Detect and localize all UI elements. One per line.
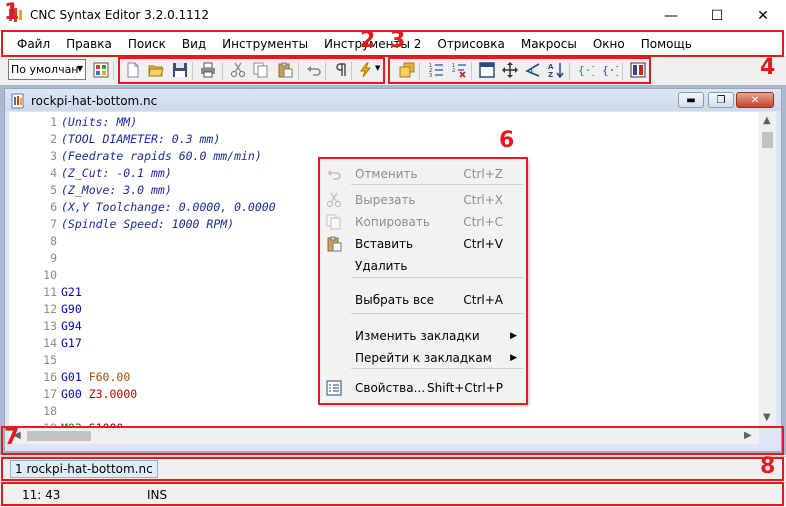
chevron-down-icon: ▼ <box>76 64 83 73</box>
close-button[interactable]: ✕ <box>740 0 786 31</box>
code-line[interactable]: 9 <box>9 250 61 267</box>
line-number: 14 <box>43 336 57 350</box>
annotation-number-6: 6 <box>499 128 515 153</box>
line-number: 2 <box>50 132 57 146</box>
code-line[interactable]: 15 <box>9 352 61 369</box>
line-number: 13 <box>43 319 57 333</box>
annotation-number-4: 4 <box>760 55 776 80</box>
document-title: rockpi-hat-bottom.nc <box>31 94 158 108</box>
annotation-box-context-menu <box>318 157 528 405</box>
vertical-scroll-thumb[interactable] <box>762 132 773 148</box>
code-token: G21 <box>61 285 82 299</box>
annotation-number-2: 2 <box>360 28 376 53</box>
restore-icon: ❐ <box>716 94 726 106</box>
code-line[interactable]: 18 <box>9 403 61 420</box>
code-tokens: G94 <box>61 318 82 335</box>
annotation-box-status <box>1 482 784 506</box>
scheme-color-button[interactable] <box>92 61 110 79</box>
annotation-box-toolbar-right <box>388 57 651 84</box>
code-token: F60.00 <box>88 370 131 384</box>
code-line[interactable]: 16 G01 F60.00 <box>9 369 130 386</box>
line-number: 12 <box>43 302 57 316</box>
code-token: Z3.0000 <box>88 387 138 401</box>
line-number: 7 <box>50 217 57 231</box>
annotation-box-tabs <box>1 457 784 481</box>
line-number: 1 <box>50 115 57 129</box>
code-token: G90 <box>61 302 82 316</box>
annotation-number-8: 8 <box>760 454 776 479</box>
scroll-up-icon[interactable]: ▲ <box>763 115 771 126</box>
code-comment: (Z_Move: 3.0 mm) <box>61 183 172 197</box>
code-line[interactable]: 10 <box>9 267 61 284</box>
code-line[interactable]: 1 (Units: MM) <box>9 114 137 131</box>
code-comment: (X,Y Toolchange: 0.0000, 0.0000 <box>61 200 276 214</box>
code-tokens: G01 F60.00 <box>61 369 130 386</box>
code-comment: (Units: MM) <box>61 115 138 129</box>
code-token: G17 <box>61 336 82 350</box>
code-line[interactable]: 8 <box>9 233 61 250</box>
scheme-select[interactable]: По умолчан ▼ <box>8 59 86 80</box>
annotation-number-1: 1 <box>4 0 20 25</box>
line-number: 17 <box>43 387 57 401</box>
code-line[interactable]: 17 G00 Z3.0000 <box>9 386 137 403</box>
line-number: 6 <box>50 200 57 214</box>
code-tokens: G00 Z3.0000 <box>61 386 137 403</box>
code-tokens: G17 <box>61 335 82 352</box>
code-line[interactable]: 7 (Spindle Speed: 1000 RPM) <box>9 216 234 233</box>
code-line[interactable]: 12 G90 <box>9 301 82 318</box>
line-number: 4 <box>50 166 57 180</box>
line-number: 16 <box>43 370 57 384</box>
code-comment: (Z_Cut: -0.1 mm) <box>61 166 172 180</box>
line-number: 18 <box>43 404 57 418</box>
code-line[interactable]: 14 G17 <box>9 335 82 352</box>
app-window: CNC Syntax Editor 3.2.0.1112 — ☐ ✕ Файл П… <box>0 0 786 507</box>
code-line[interactable]: 2 (TOOL DIAMETER: 0.3 mm) <box>9 131 220 148</box>
window-title: CNC Syntax Editor 3.2.0.1112 <box>30 8 210 22</box>
scheme-select-value: По умолчан <box>11 63 79 76</box>
line-number: 11 <box>43 285 57 299</box>
minimize-button[interactable]: — <box>648 0 694 31</box>
doc-restore-button[interactable]: ❐ <box>708 92 734 108</box>
minimize-icon: ▬ <box>686 94 696 106</box>
code-line[interactable]: 3 (Feedrate rapids 60.0 mm/min) <box>9 148 262 165</box>
code-comment: (Spindle Speed: 1000 RPM) <box>61 217 235 231</box>
code-line[interactable]: 13 G94 <box>9 318 82 335</box>
annotation-number-7: 7 <box>4 425 20 450</box>
line-number: 15 <box>43 353 57 367</box>
code-tokens: G90 <box>61 301 82 318</box>
code-token: G01 <box>61 370 89 384</box>
code-line[interactable]: 5 (Z_Move: 3.0 mm) <box>9 182 172 199</box>
vertical-scrollbar[interactable]: ▲ ▼ <box>759 112 776 427</box>
code-token: G94 <box>61 319 82 333</box>
code-tokens: G21 <box>61 284 82 301</box>
code-token: G00 <box>61 387 89 401</box>
document-file-icon <box>10 93 26 109</box>
scroll-down-icon[interactable]: ▼ <box>763 412 771 423</box>
annotation-box-toolbar-left <box>118 57 385 84</box>
code-line[interactable]: 4 (Z_Cut: -0.1 mm) <box>9 165 172 182</box>
line-number: 5 <box>50 183 57 197</box>
annotation-number-3: 3 <box>390 28 406 53</box>
line-number: 10 <box>43 268 57 282</box>
code-comment: (TOOL DIAMETER: 0.3 mm) <box>61 132 221 146</box>
doc-close-button[interactable]: ✕ <box>736 92 774 108</box>
toolbar-separator <box>113 62 114 80</box>
line-number: 8 <box>50 234 57 248</box>
scheme-color-icon <box>93 62 109 78</box>
code-comment: (Feedrate rapids 60.0 mm/min) <box>61 149 262 163</box>
code-line[interactable]: 6 (X,Y Toolchange: 0.0000, 0.0000 <box>9 199 276 216</box>
line-number: 3 <box>50 149 57 163</box>
code-line[interactable]: 11 G21 <box>9 284 82 301</box>
annotation-box-scrollbar <box>1 426 784 455</box>
line-number: 9 <box>50 251 57 265</box>
close-icon: ✕ <box>750 94 760 106</box>
maximize-button[interactable]: ☐ <box>694 0 740 31</box>
doc-minimize-button[interactable]: ▬ <box>678 92 704 108</box>
